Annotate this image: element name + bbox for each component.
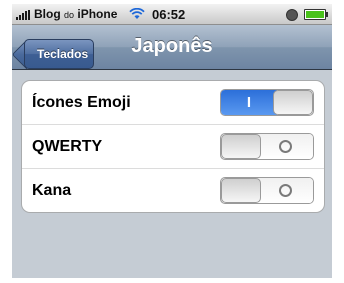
row-label: QWERTY	[32, 138, 103, 155]
battery-icon	[304, 9, 328, 20]
page-title: Japonês	[131, 35, 213, 57]
back-button[interactable]: Teclados	[24, 39, 94, 69]
row-label: Kana	[32, 182, 72, 199]
switch-knob[interactable]	[221, 134, 261, 159]
status-bar: Blog do iPhone 06:52	[12, 4, 332, 25]
settings-row-qwerty: QWERTY	[22, 125, 324, 169]
carrier-name: Blog do iPhone	[34, 7, 118, 21]
emoji-toggle-switch[interactable]: I	[220, 89, 314, 116]
settings-group: Ícones Emoji I QWERTY Kana	[21, 80, 325, 213]
status-time: 06:52	[152, 7, 186, 22]
kana-toggle-switch[interactable]	[220, 177, 314, 204]
qwerty-toggle-switch[interactable]	[220, 133, 314, 160]
signal-strength-icon	[16, 10, 32, 20]
off-ring-icon	[278, 183, 292, 197]
iphone-screen: Blog do iPhone 06:52 Teclados Japonês Íc…	[12, 4, 332, 278]
row-label: Ícones Emoji	[32, 94, 131, 111]
switch-knob[interactable]	[221, 178, 261, 203]
switch-on-indicator: I	[221, 90, 277, 115]
switch-off-indicator	[257, 178, 313, 203]
switch-knob[interactable]	[273, 90, 313, 115]
orientation-lock-icon	[286, 9, 298, 21]
off-ring-icon	[278, 139, 292, 153]
wifi-icon	[129, 8, 145, 19]
navigation-bar: Teclados Japonês	[12, 25, 332, 70]
switch-off-indicator	[257, 134, 313, 159]
settings-row-emoji: Ícones Emoji I	[22, 81, 324, 125]
settings-row-kana: Kana	[22, 169, 324, 212]
